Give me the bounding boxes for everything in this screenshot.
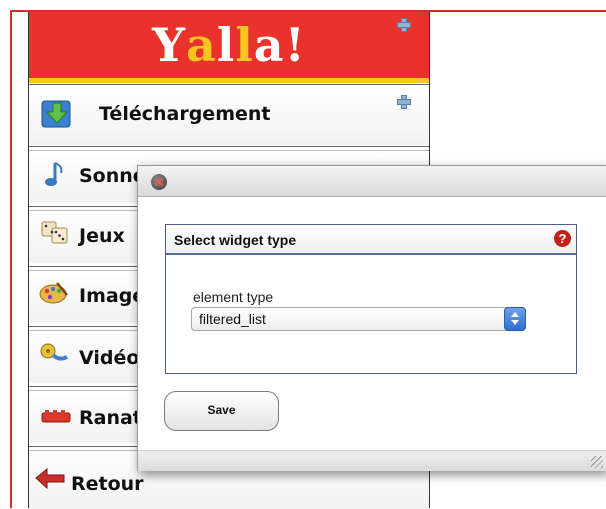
music-note-icon — [43, 161, 67, 189]
close-icon[interactable] — [151, 174, 167, 190]
add-widget-plus-icon[interactable] — [397, 95, 411, 109]
divider — [29, 150, 429, 151]
yalla-logo[interactable]: Yalla! — [29, 18, 429, 72]
panel-title: Select widget type — [174, 232, 297, 248]
help-icon[interactable]: ? — [554, 230, 571, 247]
select-stepper-icon[interactable] — [504, 307, 526, 331]
select-widget-dialog: Select widget type ? element type filter… — [137, 165, 606, 471]
ringtone-icon — [41, 409, 71, 423]
element-type-label: element type — [193, 289, 274, 305]
download-icon — [41, 97, 73, 129]
frame-left-line — [10, 10, 12, 508]
element-type-select[interactable]: filtered_list — [191, 307, 526, 331]
save-button[interactable]: Save — [164, 391, 279, 431]
back-arrow-icon — [35, 467, 65, 490]
resize-grip-icon[interactable] — [591, 456, 603, 468]
paint-palette-icon — [39, 281, 69, 305]
menu-item-telechargement[interactable]: Téléchargement — [29, 84, 429, 145]
dialog-titlebar[interactable] — [138, 166, 606, 197]
menu-item-label: Retour — [71, 473, 144, 495]
panel-header: Select widget type ? — [166, 225, 576, 255]
app-header: Yalla! — [29, 12, 429, 83]
film-reel-icon — [39, 341, 69, 365]
menu-item-label: Jeux — [79, 225, 125, 247]
add-widget-plus-icon[interactable] — [397, 18, 411, 32]
dice-icon — [41, 219, 69, 245]
dialog-footer — [138, 450, 606, 471]
widget-type-panel: Select widget type ? element type filter… — [165, 224, 577, 374]
menu-item-label: Ranat — [79, 407, 142, 429]
header-yellow-stripe — [29, 78, 429, 83]
menu-item-label: Téléchargement — [99, 103, 271, 125]
element-type-select-value: filtered_list — [199, 311, 266, 327]
